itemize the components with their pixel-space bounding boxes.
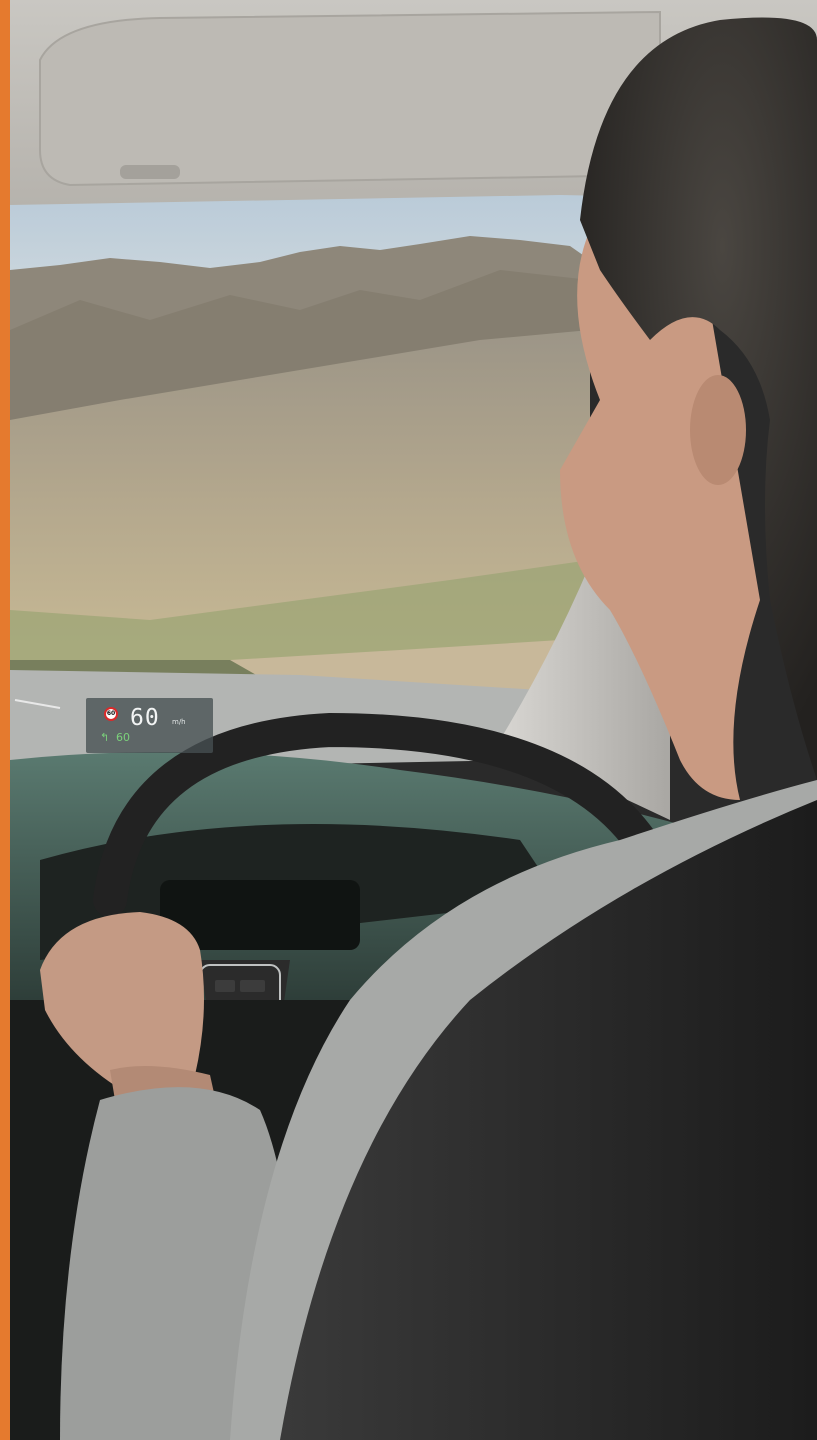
steering-button bbox=[240, 980, 265, 992]
car-interior-photo: 60 60 m/h ↰ 60 bbox=[0, 0, 817, 1440]
visor-clip bbox=[120, 165, 180, 179]
cruise-speed: 60 bbox=[116, 731, 130, 744]
speed-unit: m/h bbox=[172, 718, 186, 726]
current-speed: 60 bbox=[130, 705, 160, 731]
driver-ear bbox=[690, 375, 746, 485]
accent-band bbox=[0, 0, 10, 1440]
head-up-display: 60 60 m/h ↰ 60 bbox=[86, 698, 213, 753]
steering-button bbox=[215, 980, 235, 992]
speed-limit-sign: 60 bbox=[104, 707, 118, 721]
sun-visor bbox=[39, 10, 661, 187]
cruise-arrow-icon: ↰ bbox=[100, 731, 110, 744]
